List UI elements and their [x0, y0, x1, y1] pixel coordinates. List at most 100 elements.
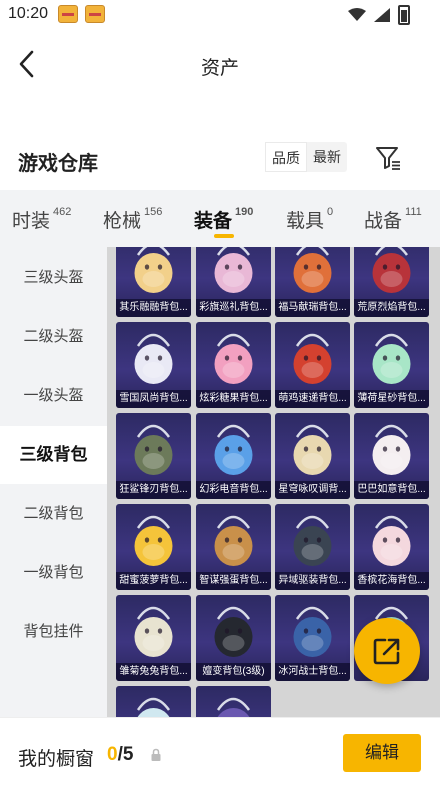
filter-button[interactable]: [374, 144, 402, 172]
item-name: 其乐融融背包...: [116, 299, 191, 317]
backpack-icon: [214, 606, 253, 657]
item-name: 雏菊兔兔背包...: [116, 663, 191, 681]
header: 资产: [0, 40, 440, 90]
bottom-bar: 我的橱窗 0/5 编辑: [0, 717, 440, 785]
item-card[interactable]: 炫彩糖果背包...: [196, 322, 271, 408]
item-card[interactable]: 其乐融融背包...: [116, 247, 191, 317]
tab-count: 156: [144, 206, 163, 218]
backpack-icon: [372, 515, 411, 566]
wifi-icon: [348, 8, 366, 21]
status-bar: 10:20: [0, 0, 440, 30]
item-card[interactable]: [116, 686, 191, 717]
showcase-total: /5: [117, 744, 134, 765]
sort-toggle: 品质 最新: [265, 142, 347, 172]
backpack-icon: [372, 333, 411, 384]
tab-label: 装备: [194, 211, 233, 232]
item-card[interactable]: 星穹咏叹调背...: [275, 413, 350, 499]
game-app-icon: [85, 5, 105, 23]
tab-count: 190: [235, 206, 254, 218]
sidebar-item-helmet-1[interactable]: 一级头盔: [0, 367, 107, 425]
item-card[interactable]: 香槟花海背包...: [354, 504, 429, 590]
item-card[interactable]: 萌鸡速递背包...: [275, 322, 350, 408]
edit-button[interactable]: 编辑: [343, 734, 421, 772]
sidebar-item-backpack-1[interactable]: 一级背包: [0, 544, 107, 602]
showcase-current: 0: [107, 744, 118, 765]
showcase-label: 我的橱窗: [18, 749, 95, 770]
item-card[interactable]: 智谋强蛋背包...: [196, 504, 271, 590]
tab-equipment[interactable]: 装备 190: [194, 206, 253, 233]
item-name: 嬗变背包(3级): [196, 663, 271, 681]
item-name: 幻彩电音背包...: [196, 481, 271, 499]
item-card[interactable]: 巴巴如意背包...: [354, 413, 429, 499]
backpack-icon: [293, 247, 332, 293]
signal-icon: [374, 8, 390, 22]
item-name: 巴巴如意背包...: [354, 481, 429, 499]
battery-icon: [398, 5, 410, 25]
category-tabs: 时装 462 枪械 156 装备 190 载具 0 战备 111: [0, 190, 440, 247]
sidebar: 三级头盔 二级头盔 一级头盔 三级背包 二级背包 一级背包 背包挂件: [0, 247, 107, 717]
item-name: 荒原烈焰背包...: [354, 299, 429, 317]
backpack-icon: [214, 424, 253, 475]
item-name: 福马献瑞背包...: [275, 299, 350, 317]
share-icon: [373, 638, 400, 665]
backpack-icon: [214, 247, 253, 293]
warehouse-title: 游戏仓库: [18, 153, 98, 175]
tab-label: 战备: [364, 211, 403, 232]
item-name: 雪国凤尚背包...: [116, 390, 191, 408]
item-card[interactable]: 冰河战士背包...: [275, 595, 350, 681]
tab-label: 枪械: [103, 211, 142, 232]
item-card[interactable]: 狂鲨锋刃背包...: [116, 413, 191, 499]
item-card[interactable]: 福马献瑞背包...: [275, 247, 350, 317]
warehouse-row: 游戏仓库 品质 最新: [0, 140, 440, 180]
backpack-icon: [134, 424, 173, 475]
item-name: 香槟花海背包...: [354, 572, 429, 590]
sidebar-item-backpack-2[interactable]: 二级背包: [0, 485, 107, 543]
lock-icon: [151, 748, 161, 761]
item-card[interactable]: 异域驱装背包...: [275, 504, 350, 590]
item-card[interactable]: 雪国凤尚背包...: [116, 322, 191, 408]
backpack-icon: [372, 424, 411, 475]
item-name: 狂鲨锋刃背包...: [116, 481, 191, 499]
backpack-icon: [134, 247, 173, 293]
tab-supplies[interactable]: 战备 111: [364, 206, 422, 233]
tab-count: 462: [53, 206, 72, 218]
filter-icon: [376, 147, 400, 170]
active-tab-indicator: [214, 234, 234, 238]
backpack-icon: [214, 333, 253, 384]
item-name: 冰河战士背包...: [275, 663, 350, 681]
item-card[interactable]: 雏菊兔兔背包...: [116, 595, 191, 681]
backpack-icon: [216, 697, 251, 717]
item-name: 炫彩糖果背包...: [196, 390, 271, 408]
backpack-icon: [134, 333, 173, 384]
page-title: 资产: [200, 58, 239, 79]
item-card[interactable]: 薄荷星砂背包...: [354, 322, 429, 408]
item-name: 异域驱装背包...: [275, 572, 350, 590]
item-name: 彩旗巡礼背包...: [196, 299, 271, 317]
tab-label: 时装: [12, 211, 51, 232]
item-card[interactable]: [196, 686, 271, 717]
item-card[interactable]: 幻彩电音背包...: [196, 413, 271, 499]
tab-vehicles[interactable]: 载具 0: [286, 206, 333, 233]
backpack-icon: [293, 606, 332, 657]
sidebar-item-backpack-3[interactable]: 三级背包: [0, 426, 107, 484]
game-app-icon: [58, 5, 78, 23]
sort-latest-button[interactable]: 最新: [307, 142, 347, 172]
item-name: 萌鸡速递背包...: [275, 390, 350, 408]
sidebar-item-backpack-charm[interactable]: 背包挂件: [0, 603, 107, 661]
item-card[interactable]: 荒原烈焰背包...: [354, 247, 429, 317]
item-card[interactable]: 甜蜜菠萝背包...: [116, 504, 191, 590]
status-time: 10:20: [8, 5, 49, 22]
sidebar-item-helmet-3[interactable]: 三级头盔: [0, 249, 107, 307]
showcase-count: 0/5: [107, 744, 133, 766]
backpack-icon: [134, 606, 173, 657]
item-card[interactable]: 彩旗巡礼背包...: [196, 247, 271, 317]
share-button[interactable]: [354, 618, 420, 684]
item-name: 甜蜜菠萝背包...: [116, 572, 191, 590]
sort-quality-button[interactable]: 品质: [265, 142, 307, 172]
item-name: 薄荷星砂背包...: [354, 390, 429, 408]
sidebar-item-helmet-2[interactable]: 二级头盔: [0, 308, 107, 366]
item-card[interactable]: 嬗变背包(3级): [196, 595, 271, 681]
item-name: 智谋强蛋背包...: [196, 572, 271, 590]
tab-fashion[interactable]: 时装 462: [12, 206, 71, 233]
tab-weapons[interactable]: 枪械 156: [103, 206, 162, 233]
